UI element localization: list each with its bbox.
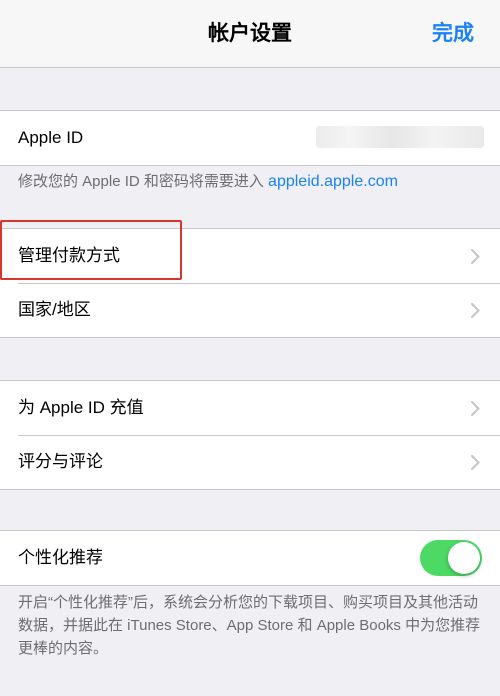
country-region-row[interactable]: 国家/地区 [0, 283, 500, 337]
personalization-toggle[interactable] [420, 540, 482, 576]
account-group: 为 Apple ID 充值 评分与评论 [0, 380, 500, 490]
country-region-label: 国家/地区 [18, 300, 91, 319]
apple-id-footer-text: 修改您的 Apple ID 和密码将需要进入 [18, 173, 269, 190]
navigation-bar: 帐户设置 完成 [0, 0, 500, 68]
toggle-knob [448, 542, 480, 574]
personalization-label: 个性化推荐 [18, 548, 103, 567]
appleid-link[interactable]: appleid.apple.com [268, 173, 398, 190]
manage-payment-row[interactable]: 管理付款方式 [0, 229, 500, 283]
top-up-row[interactable]: 为 Apple ID 充值 [0, 381, 500, 435]
page-title: 帐户设置 [208, 22, 292, 45]
personalization-row: 个性化推荐 [0, 531, 500, 585]
ratings-reviews-label: 评分与评论 [18, 452, 103, 471]
top-up-label: 为 Apple ID 充值 [18, 398, 144, 417]
payment-group: 管理付款方式 国家/地区 [0, 228, 500, 338]
chevron-right-icon [471, 401, 480, 416]
personalization-group: 个性化推荐 [0, 530, 500, 586]
ratings-reviews-row[interactable]: 评分与评论 [0, 435, 500, 489]
personalization-footer: 开启“个性化推荐”后，系统会分析您的下载项目、购买项目及其他活动数据，并据此在 … [18, 594, 481, 657]
apple-id-footer: 修改您的 Apple ID 和密码将需要进入 appleid.apple.com [18, 170, 482, 193]
chevron-right-icon [471, 249, 480, 264]
done-button[interactable]: 完成 [432, 0, 474, 68]
apple-id-row[interactable]: Apple ID [0, 111, 500, 165]
chevron-right-icon [471, 303, 480, 318]
manage-payment-label: 管理付款方式 [18, 246, 120, 265]
apple-id-label: Apple ID [18, 128, 84, 147]
apple-id-group: Apple ID [0, 110, 500, 166]
apple-id-value-masked [316, 126, 484, 148]
chevron-right-icon [471, 455, 480, 470]
